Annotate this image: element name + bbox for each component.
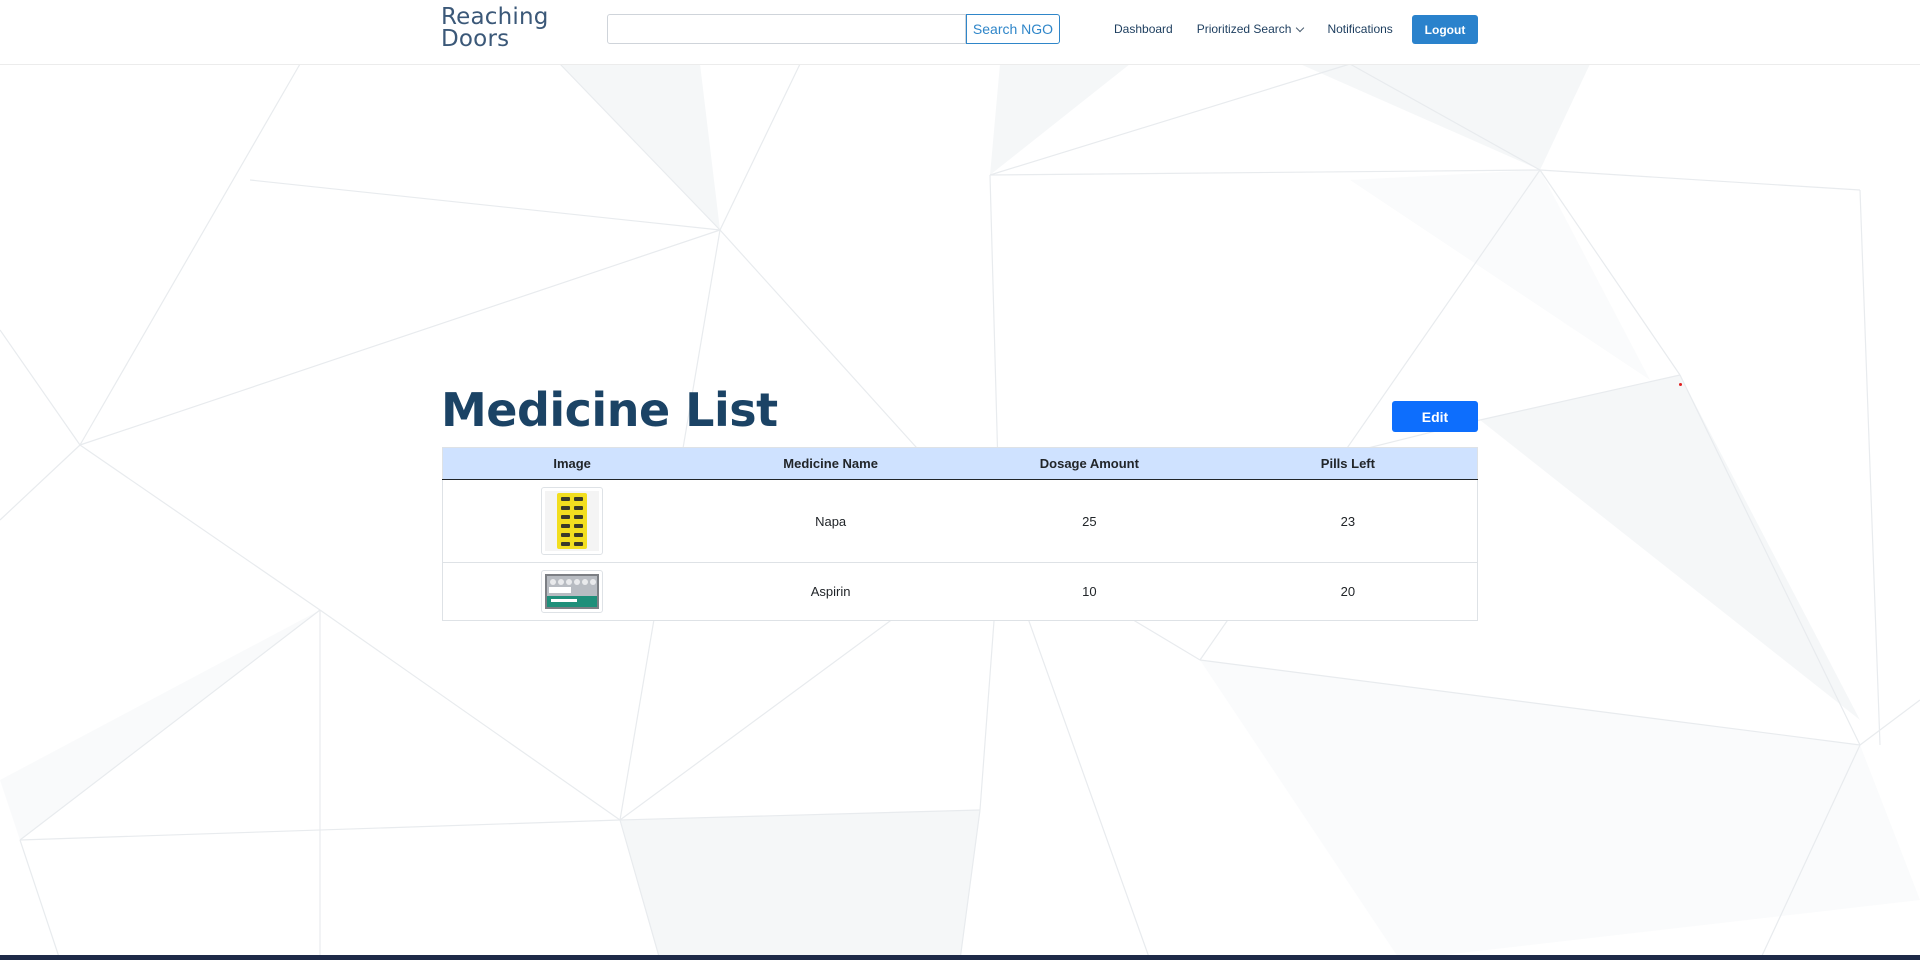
nav-notifications[interactable]: Notifications — [1327, 22, 1392, 36]
column-header-dosage-amount: Dosage Amount — [960, 447, 1219, 480]
aspirin-box-image — [541, 570, 604, 613]
logout-button[interactable]: Logout — [1412, 15, 1478, 44]
medicine-name-cell: Napa — [701, 479, 960, 563]
brand-line-2: Doors — [441, 26, 510, 52]
column-header-image: Image — [442, 447, 702, 480]
brand-logo[interactable]: Reaching Doors — [441, 4, 571, 52]
brand-line-1: Reaching — [441, 4, 549, 30]
table-row: Napa 25 23 — [442, 479, 1478, 563]
medicine-table: Image Medicine Name Dosage Amount Pills … — [442, 447, 1478, 621]
edit-button[interactable]: Edit — [1392, 401, 1478, 432]
medicine-name-cell: Aspirin — [701, 562, 960, 621]
nav-links: Dashboard Prioritized Search Notificatio… — [1114, 19, 1417, 39]
page-title: Medicine List — [441, 383, 778, 437]
pills-left-cell: 20 — [1218, 562, 1478, 621]
table-row: Aspirin 10 20 — [442, 562, 1478, 621]
dosage-amount-cell: 10 — [960, 562, 1219, 621]
nav-prioritized-search-label: Prioritized Search — [1196, 22, 1292, 36]
bottom-bar — [0, 955, 1920, 960]
red-dot-marker — [1679, 383, 1682, 386]
nav-dashboard[interactable]: Dashboard — [1114, 22, 1173, 36]
napa-blister-pack-image — [541, 487, 604, 555]
column-header-pills-left: Pills Left — [1218, 447, 1478, 480]
column-header-medicine-name: Medicine Name — [701, 447, 960, 480]
image-cell — [442, 479, 702, 563]
nav-dashboard-label: Dashboard — [1114, 22, 1173, 36]
image-cell — [442, 562, 702, 621]
table-header-row: Image Medicine Name Dosage Amount Pills … — [442, 447, 1478, 480]
navbar: Reaching Doors Search NGO Dashboard Prio… — [0, 0, 1920, 65]
pills-left-cell: 23 — [1218, 479, 1478, 563]
chevron-down-icon — [1296, 23, 1305, 32]
nav-prioritized-search[interactable]: Prioritized Search — [1196, 22, 1305, 36]
search-input[interactable] — [607, 14, 966, 44]
dosage-amount-cell: 25 — [960, 479, 1219, 563]
nav-notifications-label: Notifications — [1327, 22, 1393, 36]
search-ngo-button[interactable]: Search NGO — [966, 14, 1060, 44]
